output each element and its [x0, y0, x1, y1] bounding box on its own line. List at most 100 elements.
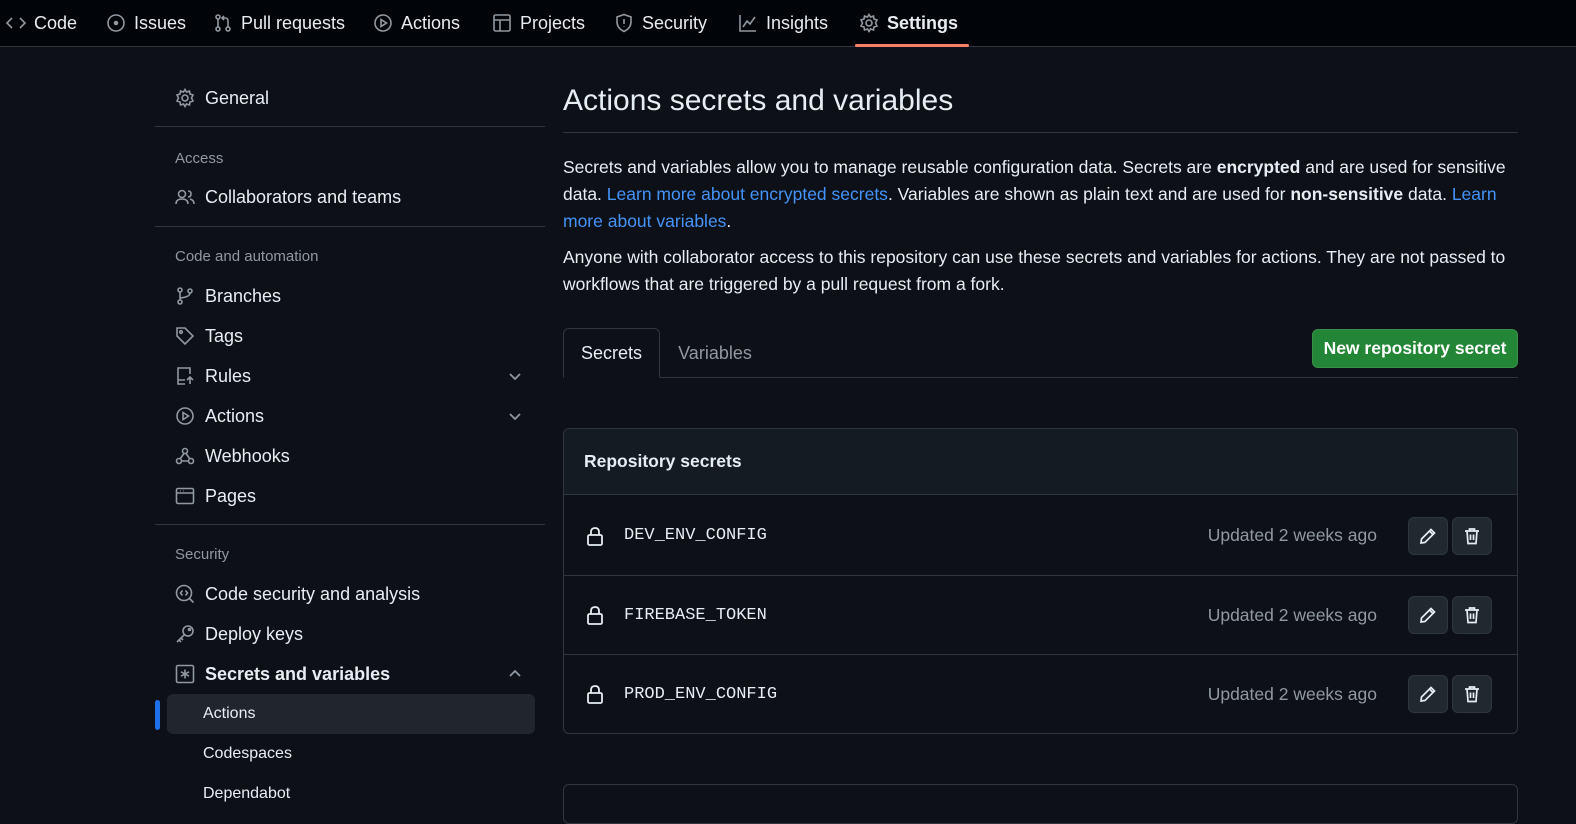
tab-settings[interactable]: Settings	[859, 0, 958, 46]
pencil-icon	[1419, 685, 1437, 703]
page-title: Actions secrets and variables	[563, 84, 954, 117]
sidebar-item-secrets-and-variables[interactable]: Secrets and variables	[155, 656, 535, 692]
tab-pull-requests[interactable]: Pull requests	[213, 0, 345, 46]
secret-updated: Updated 2 weeks ago	[1207, 525, 1377, 545]
sidebar-item-label: Code security and analysis	[205, 583, 421, 604]
encrypted-secrets-link[interactable]: Learn more about encrypted secrets	[607, 184, 888, 204]
tab-projects[interactable]: Projects	[492, 0, 585, 46]
sidebar-item-collaborators[interactable]: Collaborators and teams	[155, 179, 535, 215]
delete-secret-button[interactable]	[1452, 516, 1492, 555]
sidebar-item-tags[interactable]: Tags	[155, 318, 535, 354]
sidebar-item-webhooks[interactable]: Webhooks	[155, 438, 535, 474]
chevron-down-icon	[507, 368, 523, 384]
shield-icon	[614, 13, 634, 33]
delete-secret-button[interactable]	[1452, 596, 1492, 634]
sidebar-subitem-codespaces[interactable]: Codespaces	[167, 734, 535, 774]
new-repository-secret-button[interactable]: New repository secret	[1312, 329, 1518, 368]
play-icon	[175, 406, 195, 426]
sidebar-item-label: Rules	[205, 365, 252, 386]
sidebar-item-label: Branches	[205, 285, 282, 306]
table-icon	[492, 13, 512, 33]
repository-secrets-box: Repository secrets DEV_ENV_CONFIG Update…	[563, 428, 1518, 734]
edit-secret-button[interactable]	[1408, 516, 1448, 555]
edit-secret-button[interactable]	[1408, 596, 1448, 634]
secret-name: PROD_ENV_CONFIG	[624, 684, 778, 704]
asterisk-icon	[175, 664, 195, 684]
sidebar-item-label: General	[205, 87, 270, 108]
pencil-icon	[1419, 527, 1437, 545]
repo-push-icon	[175, 366, 195, 386]
delete-secret-button[interactable]	[1452, 675, 1492, 713]
code-icon	[6, 13, 26, 33]
sidebar-item-label: Collaborators and teams	[205, 186, 402, 207]
sidebar-item-label: Deploy keys	[205, 623, 304, 644]
secret-updated: Updated 2 weeks ago	[1207, 604, 1377, 625]
tab-variables[interactable]: Variables	[660, 328, 770, 378]
pencil-icon	[1419, 606, 1437, 624]
trash-icon	[1463, 527, 1481, 545]
sidebar-item-label: Pages	[205, 485, 257, 506]
sidebar-item-general[interactable]: General	[155, 80, 535, 116]
sidebar-heading-access: Access	[175, 150, 224, 167]
sidebar-subitem-label: Codespaces	[203, 745, 292, 762]
secret-row: DEV_ENV_CONFIG Updated 2 weeks ago	[564, 496, 1517, 575]
gear-icon	[859, 13, 879, 33]
browser-icon	[175, 486, 195, 506]
sidebar-divider	[155, 226, 545, 227]
active-tab-underline	[855, 44, 969, 47]
sidebar-subitem-label: Dependabot	[203, 785, 291, 802]
tab-actions[interactable]: Actions	[373, 0, 460, 46]
lock-icon	[586, 605, 604, 625]
intro-text: .	[726, 211, 732, 231]
secret-name: DEV_ENV_CONFIG	[624, 526, 767, 545]
active-indicator	[155, 700, 160, 730]
sidebar-item-branches[interactable]: Branches	[155, 278, 535, 314]
repository-secrets-heading: Repository secrets	[564, 429, 1517, 495]
trash-icon	[1463, 606, 1481, 624]
sidebar-item-code-security[interactable]: Code security and analysis	[155, 576, 535, 612]
people-icon	[175, 187, 195, 207]
intro-text: data.	[1403, 184, 1452, 204]
sidebar-item-deploy-keys[interactable]: Deploy keys	[155, 616, 535, 652]
tab-code[interactable]: Code	[6, 0, 77, 46]
webhook-icon	[175, 446, 195, 466]
title-divider	[563, 132, 1518, 133]
tab-insights[interactable]: Insights	[738, 0, 828, 46]
intro-emphasis: non-sensitive	[1290, 184, 1404, 204]
edit-secret-button[interactable]	[1408, 675, 1448, 713]
tab-label: Security	[642, 12, 708, 33]
secret-row: PROD_ENV_CONFIG Updated 2 weeks ago	[564, 654, 1517, 733]
codescan-icon	[175, 584, 195, 604]
sidebar-item-label: Webhooks	[205, 445, 290, 466]
chevron-down-icon	[507, 408, 523, 424]
secret-updated: Updated 2 weeks ago	[1207, 683, 1377, 704]
tab-label: Pull requests	[241, 12, 346, 33]
tab-security[interactable]: Security	[614, 0, 707, 46]
graph-icon	[738, 13, 758, 33]
sidebar-divider	[155, 524, 545, 525]
repo-navigation: Code Issues Pull requests Actions Projec…	[0, 0, 1576, 47]
intro-emphasis: encrypted	[1216, 157, 1301, 177]
play-icon	[373, 13, 393, 33]
sidebar-heading-code-automation: Code and automation	[175, 248, 319, 265]
tab-label: Insights	[766, 12, 829, 33]
sidebar-item-actions[interactable]: Actions	[155, 398, 535, 434]
sidebar-item-pages[interactable]: Pages	[155, 478, 535, 514]
intro-paragraph: Secrets and variables allow you to manag…	[563, 154, 1518, 235]
sidebar-item-rules[interactable]: Rules	[155, 358, 535, 394]
sidebar-subitem-actions[interactable]: Actions	[167, 694, 535, 734]
sidebar-heading-security: Security	[175, 546, 230, 563]
sidebar-subitem-dependabot[interactable]: Dependabot	[167, 774, 535, 814]
tab-secrets[interactable]: Secrets	[563, 328, 660, 378]
sidebar-subitem-label: Actions	[203, 705, 256, 722]
git-pull-request-icon	[213, 13, 233, 33]
tab-label: Issues	[134, 12, 187, 33]
key-icon	[175, 624, 195, 644]
intro-text: Secrets and variables allow you to manag…	[563, 157, 1217, 177]
git-branch-icon	[175, 286, 195, 306]
lock-icon	[586, 684, 604, 704]
sidebar-item-label: Secrets and variables	[205, 663, 391, 684]
sidebar-item-label: Actions	[205, 405, 265, 426]
gear-icon	[175, 88, 195, 108]
tab-issues[interactable]: Issues	[106, 0, 186, 46]
